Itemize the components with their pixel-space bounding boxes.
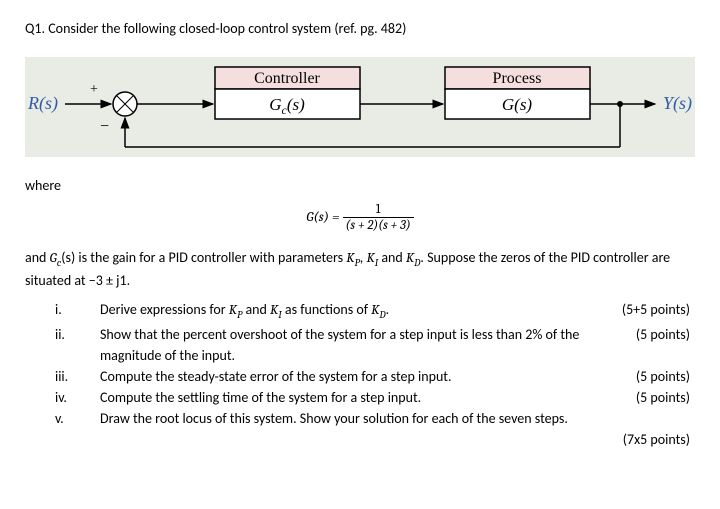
question-title: Q1. Consider the following closed-loop c… <box>25 20 695 37</box>
process-header: Process <box>493 70 542 87</box>
plant-formula: G(s) = 1 (s + 2)(s + 3) <box>25 202 695 233</box>
list-item: ii. (5 points) Show that the percent ove… <box>25 324 695 366</box>
item-points: (5 points) <box>626 387 690 408</box>
input-label: R(s) <box>27 93 58 114</box>
where-label: where <box>25 177 695 194</box>
item-number: iv. <box>25 387 100 408</box>
block-diagram: R(s) + − Controller Gc(s) Process G(s) Y… <box>25 57 695 157</box>
item-text: Derive expressions for KP and KI as func… <box>100 301 389 318</box>
controller-header: Controller <box>254 70 320 87</box>
subquestion-list: i. (5+5 points) Derive expressions for K… <box>25 299 695 450</box>
minus-sign: − <box>100 118 109 135</box>
list-item: i. (5+5 points) Derive expressions for K… <box>25 299 695 324</box>
item-number: v. <box>25 408 100 429</box>
list-item: iii. (5 points) Compute the steady-state… <box>25 366 695 387</box>
item-text: Show that the percent overshoot of the s… <box>100 326 579 364</box>
list-item: v. Draw the root locus of this system. S… <box>25 408 695 429</box>
item-number: ii. <box>25 324 100 366</box>
item-number: iii. <box>25 366 100 387</box>
item-points: (7x5 points) <box>613 429 690 450</box>
output-label: Y(s) <box>663 93 692 114</box>
process-tf: G(s) <box>502 95 533 114</box>
item-text: Compute the settling time of the system … <box>100 389 421 406</box>
list-item: iv. (5 points) Compute the settling time… <box>25 387 695 408</box>
item-text: Compute the steady-state error of the sy… <box>100 368 452 385</box>
item-number: i. <box>25 299 100 324</box>
item-points: (5 points) <box>626 366 690 387</box>
body-paragraph: and Gc(s) is the gain for a PID controll… <box>25 248 695 291</box>
item-text: Draw the root locus of this system. Show… <box>100 410 568 427</box>
list-item: (7x5 points) <box>25 429 695 450</box>
plus-sign: + <box>90 82 98 97</box>
item-points: (5+5 points) <box>612 299 690 320</box>
item-points: (5 points) <box>626 324 690 345</box>
controller-tf: Gc(s) <box>269 95 305 117</box>
